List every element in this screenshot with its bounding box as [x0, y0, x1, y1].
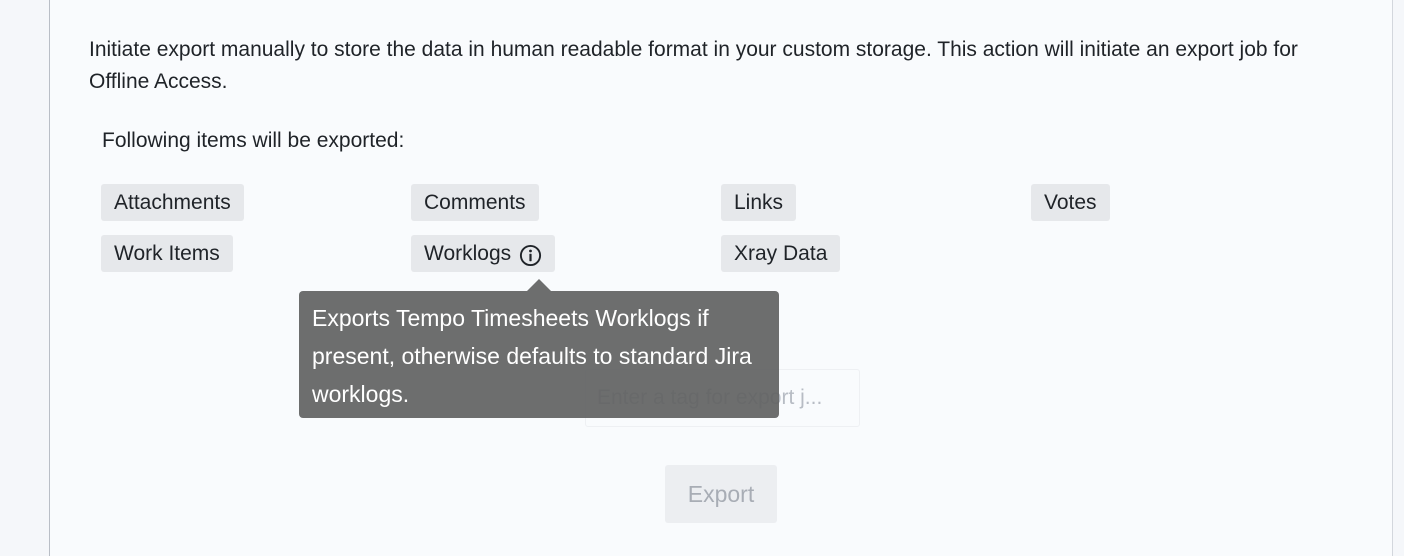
worklogs-tooltip: Exports Tempo Timesheets Worklogs if pre… — [299, 291, 779, 418]
export-button[interactable]: Export — [665, 465, 777, 523]
export-item-links: Links — [721, 184, 797, 221]
export-item-label: Xray Data — [734, 242, 828, 265]
export-page: Initiate export manually to store the da… — [0, 0, 1404, 556]
export-item-label: Comments — [424, 191, 526, 214]
tooltip-arrow — [527, 279, 551, 291]
export-item-work-items: Work Items — [101, 235, 233, 272]
export-item-label: Worklogs — [424, 242, 512, 265]
export-item-xray-data: Xray Data — [721, 235, 841, 272]
export-item-votes: Votes — [1031, 184, 1110, 221]
export-items-heading: Following items will be exported: — [102, 129, 405, 152]
export-item-label: Attachments — [114, 191, 231, 214]
info-icon[interactable] — [519, 242, 542, 267]
export-item-label: Votes — [1044, 191, 1097, 214]
info-icon-graphic — [520, 244, 542, 267]
export-description: Initiate export manually to store the da… — [89, 38, 1298, 93]
export-item-comments: Comments — [411, 184, 539, 221]
export-item-attachments: Attachments — [101, 184, 244, 221]
export-item-label: Links — [734, 191, 784, 214]
export-item-worklogs: Worklogs — [411, 235, 556, 272]
export-item-label: Work Items — [114, 242, 220, 265]
